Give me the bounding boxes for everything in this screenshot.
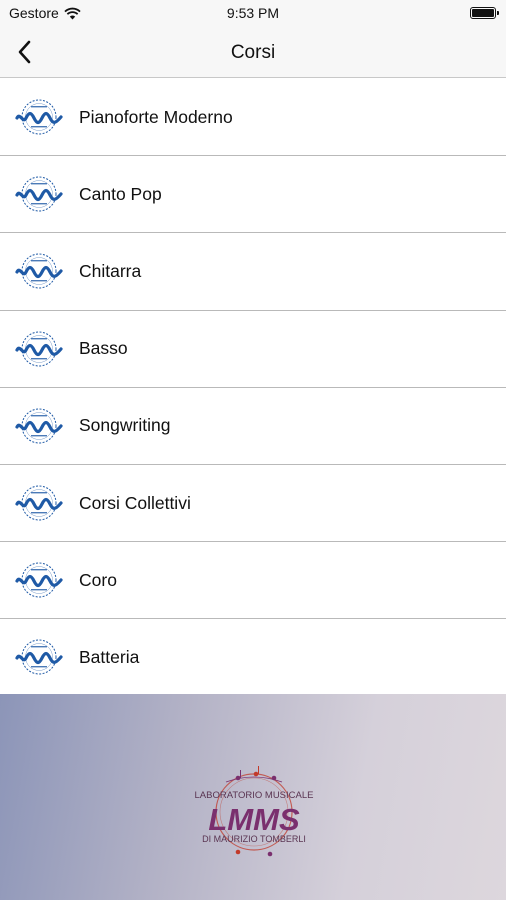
course-row[interactable]: Basso xyxy=(0,310,506,388)
course-row[interactable]: Corsi Collettivi xyxy=(0,464,506,543)
battery-icon xyxy=(470,7,499,19)
lmms-academy-logo-icon xyxy=(15,639,63,675)
course-list: Pianoforte Moderno Canto Pop Chitarra Ba… xyxy=(0,79,506,697)
status-bar: Gestore 9:53 PM xyxy=(0,0,506,26)
course-row[interactable]: Batteria xyxy=(0,619,506,697)
course-row[interactable]: Chitarra xyxy=(0,233,506,311)
course-row[interactable]: Songwriting xyxy=(0,387,506,465)
course-label: Canto Pop xyxy=(79,183,162,204)
lmms-academy-logo-icon xyxy=(15,408,63,444)
lmms-academy-logo-icon xyxy=(15,99,63,135)
course-row[interactable]: Pianoforte Moderno xyxy=(0,79,506,157)
lmms-academy-logo-icon xyxy=(15,485,63,521)
page-title: Corsi xyxy=(230,42,276,63)
course-label: Corsi Collettivi xyxy=(79,492,191,513)
lmms-academy-logo-icon xyxy=(15,176,63,212)
course-label: Songwriting xyxy=(79,415,171,436)
logo-text-bottom: DI MAURIZIO TOMBERLI xyxy=(202,834,306,844)
course-label: Batteria xyxy=(79,646,140,667)
logo-text-mark: LMMS xyxy=(208,802,300,837)
course-row[interactable]: Canto Pop xyxy=(0,156,506,234)
course-row[interactable]: Coro xyxy=(0,542,506,620)
course-label: Basso xyxy=(79,338,128,359)
course-label: Pianoforte Moderno xyxy=(79,106,233,127)
battery-level xyxy=(472,9,494,17)
lmms-academy-logo-icon xyxy=(15,253,63,289)
course-label: Chitarra xyxy=(79,260,142,281)
course-label: Coro xyxy=(79,569,117,590)
lmms-academy-logo-icon xyxy=(15,562,63,598)
navigation-bar: Corsi xyxy=(0,26,506,78)
logo-text-top: LABORATORIO MUSICALE xyxy=(195,790,314,801)
footer-banner: LABORATORIO MUSICALE LMMS DI MAURIZIO TO… xyxy=(0,694,506,900)
lmms-academy-logo-icon xyxy=(15,331,63,367)
lmms-laboratorio-musicale-logo: LABORATORIO MUSICALE LMMS DI MAURIZIO TO… xyxy=(195,766,314,857)
status-time: 9:53 PM xyxy=(226,5,280,21)
